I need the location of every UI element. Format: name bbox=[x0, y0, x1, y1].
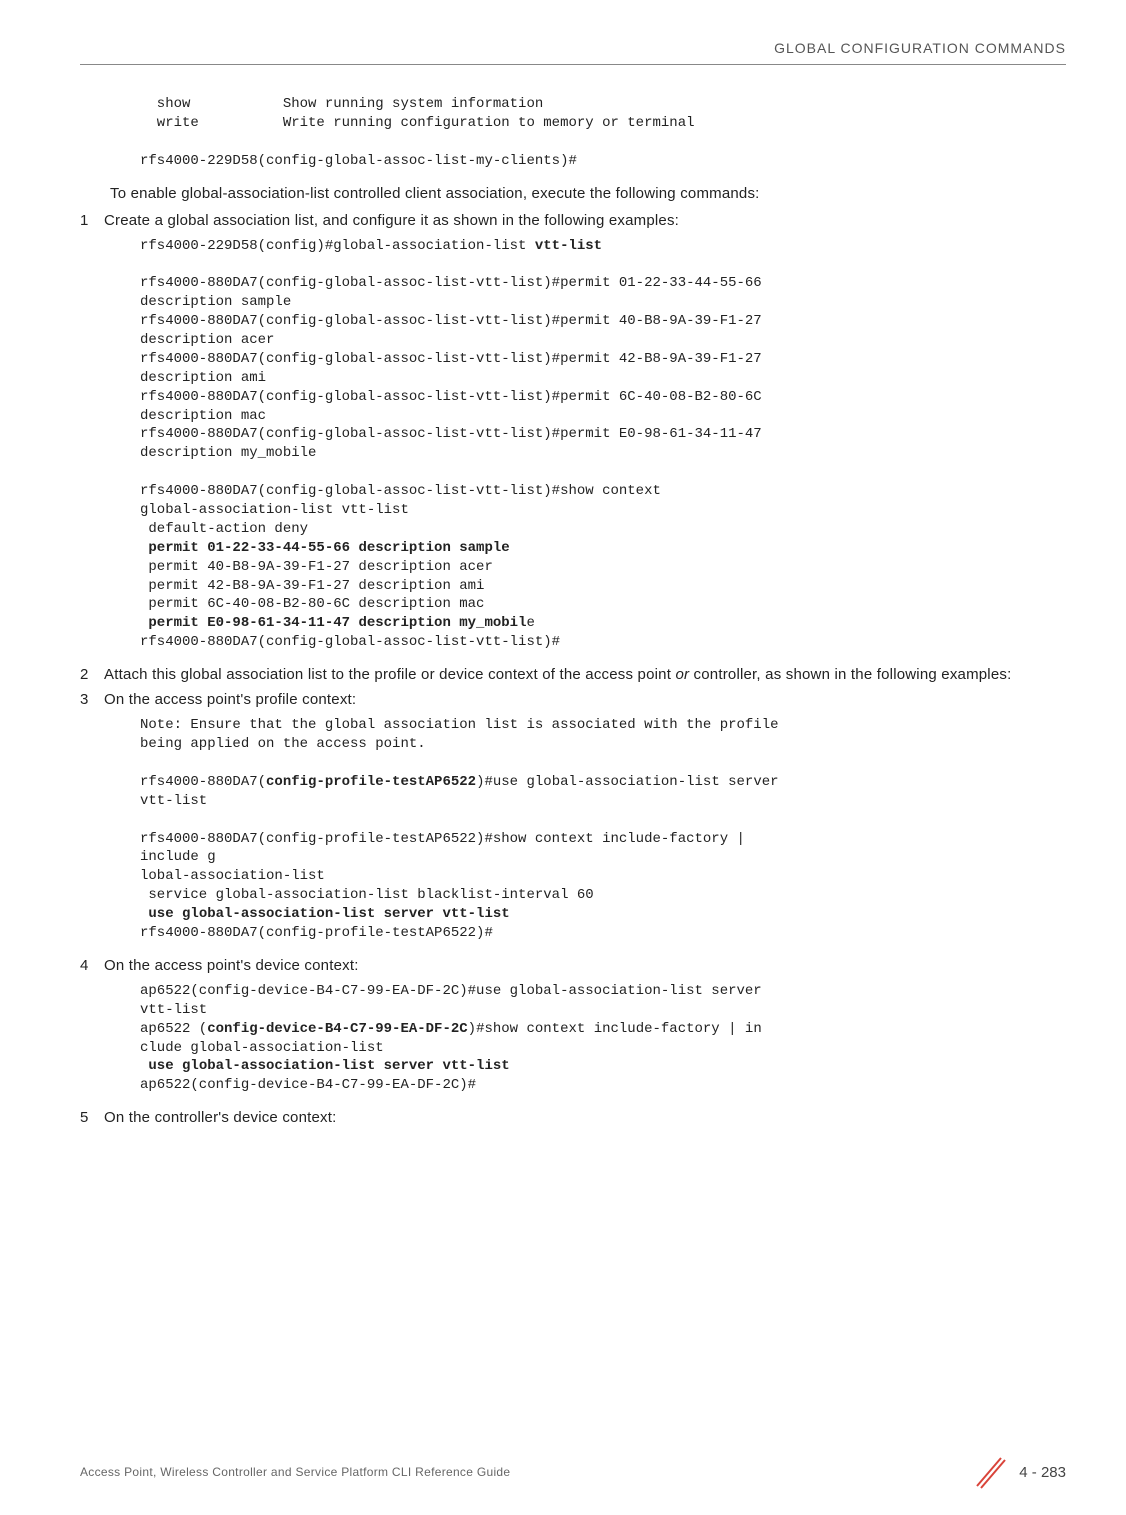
text-italic: or bbox=[675, 666, 689, 683]
prose-intro: To enable global-association-list contro… bbox=[110, 185, 1066, 202]
step-text: On the access point's device context: bbox=[104, 957, 359, 974]
step-3: 3 On the access point's profile context: bbox=[80, 691, 1066, 708]
code-bold: use global-association-list server vtt-l… bbox=[148, 906, 509, 922]
code-bold: vtt-list bbox=[535, 238, 602, 254]
page-footer: Access Point, Wireless Controller and Se… bbox=[80, 1454, 1066, 1490]
step-5: 5 On the controller's device context: bbox=[80, 1109, 1066, 1126]
code-text: rfs4000-229D58(config)#global-associatio… bbox=[140, 238, 535, 254]
step-4: 4 On the access point's device context: bbox=[80, 957, 1066, 974]
page-header: GLOBAL CONFIGURATION COMMANDS bbox=[80, 40, 1066, 65]
text-part: controller, as shown in the following ex… bbox=[689, 666, 1011, 683]
step-number: 1 bbox=[80, 212, 104, 229]
step-text: Attach this global association list to t… bbox=[104, 666, 1011, 683]
code-block-2: rfs4000-229D58(config)#global-associatio… bbox=[140, 237, 1066, 653]
code-text: ap6522(config-device-B4-C7-99-EA-DF-2C)# bbox=[140, 1077, 476, 1093]
code-bold: permit E0-98-61-34-11-47 description my_… bbox=[148, 615, 526, 631]
code-text: )#use global-association-list server vtt… bbox=[140, 774, 787, 922]
code-block-4: ap6522(config-device-B4-C7-99-EA-DF-2C)#… bbox=[140, 982, 1066, 1095]
step-number: 5 bbox=[80, 1109, 104, 1126]
footer-pagenum-group: 4 - 283 bbox=[971, 1454, 1066, 1490]
footer-title: Access Point, Wireless Controller and Se… bbox=[80, 1465, 510, 1479]
text-part: Attach this global association list to t… bbox=[104, 666, 675, 683]
step-number: 2 bbox=[80, 666, 104, 683]
step-number: 4 bbox=[80, 957, 104, 974]
code-bold: use global-association-list server vtt-l… bbox=[148, 1058, 509, 1074]
step-number: 3 bbox=[80, 691, 104, 708]
code-text: rfs4000-880DA7(config-global-assoc-list-… bbox=[140, 275, 770, 555]
step-text: Create a global association list, and co… bbox=[104, 212, 679, 229]
code-bold: permit 01-22-33-44-55-66 description sam… bbox=[148, 540, 509, 556]
code-block-3: Note: Ensure that the global association… bbox=[140, 716, 1066, 943]
slash-icon bbox=[971, 1454, 1007, 1490]
step-text: On the controller's device context: bbox=[104, 1109, 336, 1126]
step-2: 2 Attach this global association list to… bbox=[80, 666, 1066, 683]
step-1: 1 Create a global association list, and … bbox=[80, 212, 1066, 229]
code-block-1: show Show running system information wri… bbox=[140, 95, 1066, 171]
step-text: On the access point's profile context: bbox=[104, 691, 356, 708]
code-bold: config-profile-testAP6522 bbox=[266, 774, 476, 790]
code-text: rfs4000-880DA7(config-profile-testAP6522… bbox=[140, 925, 493, 941]
page-number: 4 - 283 bbox=[1019, 1464, 1066, 1481]
code-bold: config-device-B4-C7-99-EA-DF-2C bbox=[207, 1021, 467, 1037]
